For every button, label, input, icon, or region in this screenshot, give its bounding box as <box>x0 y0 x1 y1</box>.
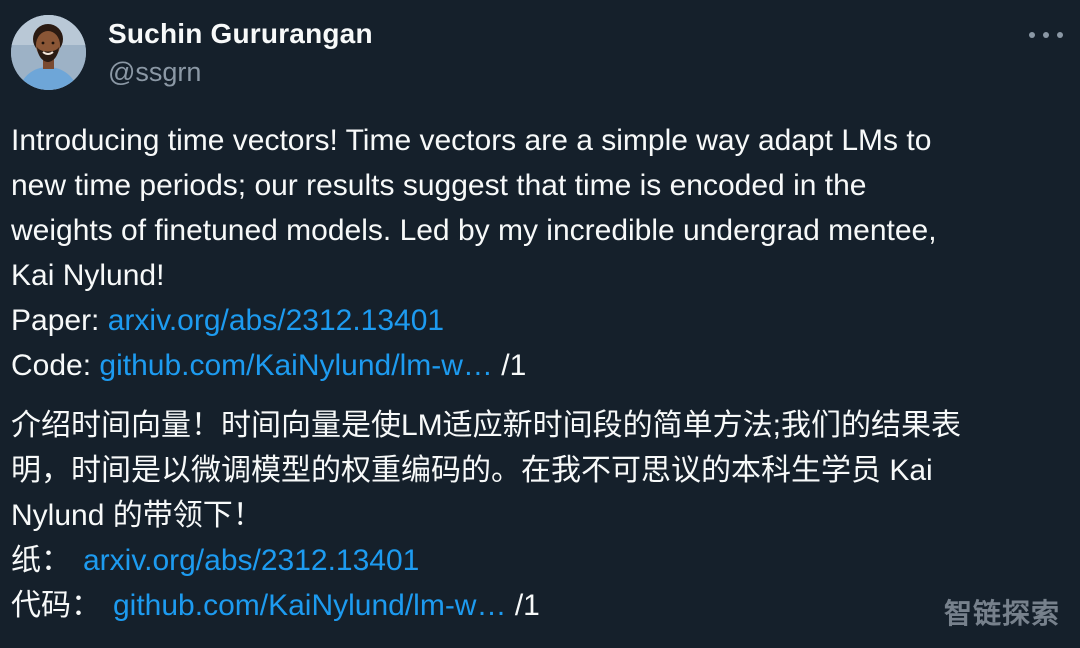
thread-number: /1 <box>501 349 527 382</box>
thread-number: /1 <box>514 589 540 622</box>
code-link[interactable]: github.com/KaiNylund/lm-w… <box>113 589 506 622</box>
paper-line: 纸： arxiv.org/abs/2312.13401 <box>11 538 1061 583</box>
avatar[interactable] <box>11 15 86 90</box>
tweet-line: Nylund 的带领下！ <box>11 499 263 532</box>
code-line: 代码： github.com/KaiNylund/lm-w… /1 <box>11 583 1061 628</box>
tweet-line: new time periods; our results suggest th… <box>11 169 867 202</box>
tweet-line: Kai Nylund! <box>11 259 165 292</box>
more-horizontal-icon <box>1043 32 1049 38</box>
code-link[interactable]: github.com/KaiNylund/lm-w… <box>99 349 492 382</box>
tweet-line: weights of finetuned models. Led by my i… <box>11 214 937 247</box>
tweet: Suchin Gururangan @ssgrn Introducing tim… <box>0 0 1080 648</box>
author-handle[interactable]: @ssgrn <box>108 57 201 88</box>
code-label: 代码： <box>11 589 101 622</box>
more-options-button[interactable] <box>1026 22 1066 48</box>
paper-label: Paper: <box>11 304 100 337</box>
tweet-chinese: 介绍时间向量！时间向量是使LM适应新时间段的简单方法;我们的结果表 明，时间是以… <box>11 403 1061 628</box>
paper-line: Paper: arxiv.org/abs/2312.13401 <box>11 298 1061 343</box>
author-display-name[interactable]: Suchin Gururangan <box>108 18 373 50</box>
tweet-english: Introducing time vectors! Time vectors a… <box>11 118 1061 388</box>
paper-label: 纸： <box>11 544 71 577</box>
tweet-text: Introducing time vectors! Time vectors a… <box>11 118 1061 628</box>
paper-link[interactable]: arxiv.org/abs/2312.13401 <box>83 544 419 577</box>
paper-link[interactable]: arxiv.org/abs/2312.13401 <box>108 304 444 337</box>
profile-photo-icon <box>11 15 86 90</box>
tweet-line: 介绍时间向量！时间向量是使LM适应新时间段的简单方法;我们的结果表 <box>11 409 962 442</box>
watermark: 智链探索 <box>944 592 1060 632</box>
code-label: Code: <box>11 349 92 382</box>
watermark-text: 智链探索 <box>943 598 1060 629</box>
tweet-line: Introducing time vectors! Time vectors a… <box>11 124 932 157</box>
more-horizontal-icon <box>1029 32 1035 38</box>
code-line: Code: github.com/KaiNylund/lm-w… /1 <box>11 343 1061 388</box>
more-horizontal-icon <box>1057 32 1063 38</box>
tweet-line: 明，时间是以微调模型的权重编码的。在我不可思议的本科生学员 Kai <box>11 454 933 487</box>
